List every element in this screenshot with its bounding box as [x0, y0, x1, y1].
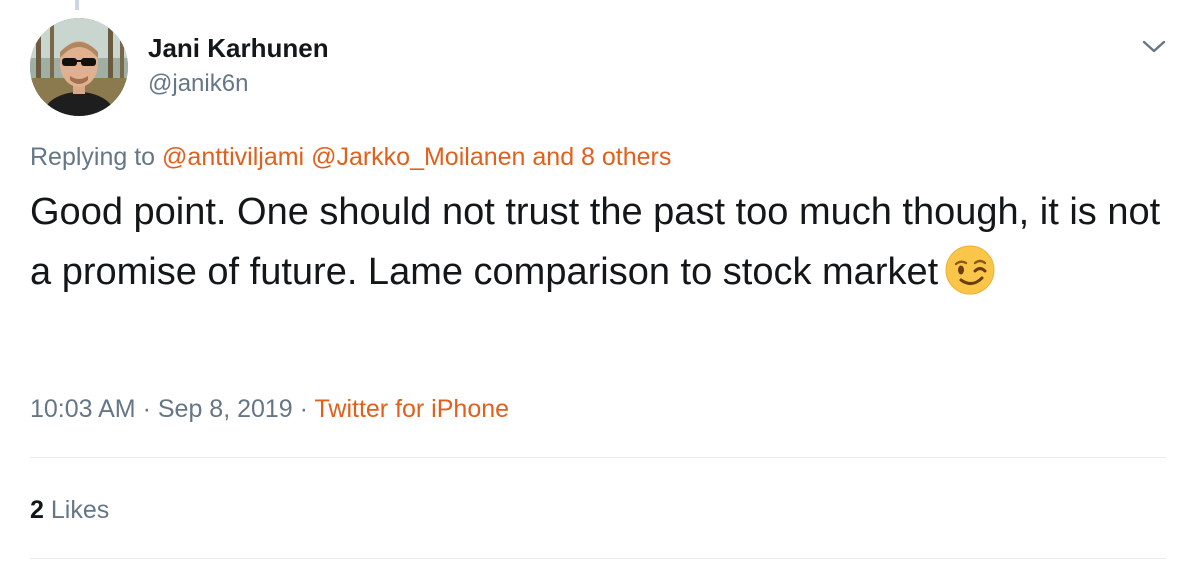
divider — [30, 457, 1166, 458]
winking-face-emoji-icon — [944, 244, 996, 296]
likes-count: 2 — [30, 496, 44, 524]
user-info: Jani Karhunen @janik6n — [148, 32, 329, 100]
tweet-body: Good point. One should not trust the pas… — [30, 182, 1170, 302]
replying-to: Replying to @anttiviljami @Jarkko_Moilan… — [30, 140, 671, 174]
mention-jarkko-moilanen[interactable]: @Jarkko_Moilanen — [311, 143, 525, 171]
tweet-meta: 10:03 AM · Sep 8, 2019 · Twitter for iPh… — [30, 392, 509, 426]
tweet-date[interactable]: Sep 8, 2019 — [158, 395, 293, 423]
likes-label: Likes — [50, 496, 110, 524]
mention-anttiviljami[interactable]: @anttiviljami — [162, 143, 304, 171]
thread-connector-line — [75, 0, 79, 10]
tweet-time[interactable]: 10:03 AM — [30, 395, 136, 423]
meta-separator: · — [299, 395, 308, 423]
display-name[interactable]: Jani Karhunen — [148, 32, 329, 64]
replying-to-label: Replying to — [30, 143, 156, 171]
tweet-header: Jani Karhunen @janik6n — [30, 18, 1168, 118]
meta-separator: · — [142, 395, 151, 423]
mention-others[interactable]: and 8 others — [532, 143, 671, 171]
user-handle[interactable]: @janik6n — [148, 68, 329, 100]
avatar[interactable] — [30, 18, 128, 116]
tweet-source[interactable]: Twitter for iPhone — [315, 395, 510, 423]
chevron-down-icon[interactable] — [1140, 32, 1168, 60]
avatar-image — [30, 18, 128, 116]
likes-stat[interactable]: 2 Likes — [30, 493, 109, 527]
divider — [30, 558, 1166, 559]
